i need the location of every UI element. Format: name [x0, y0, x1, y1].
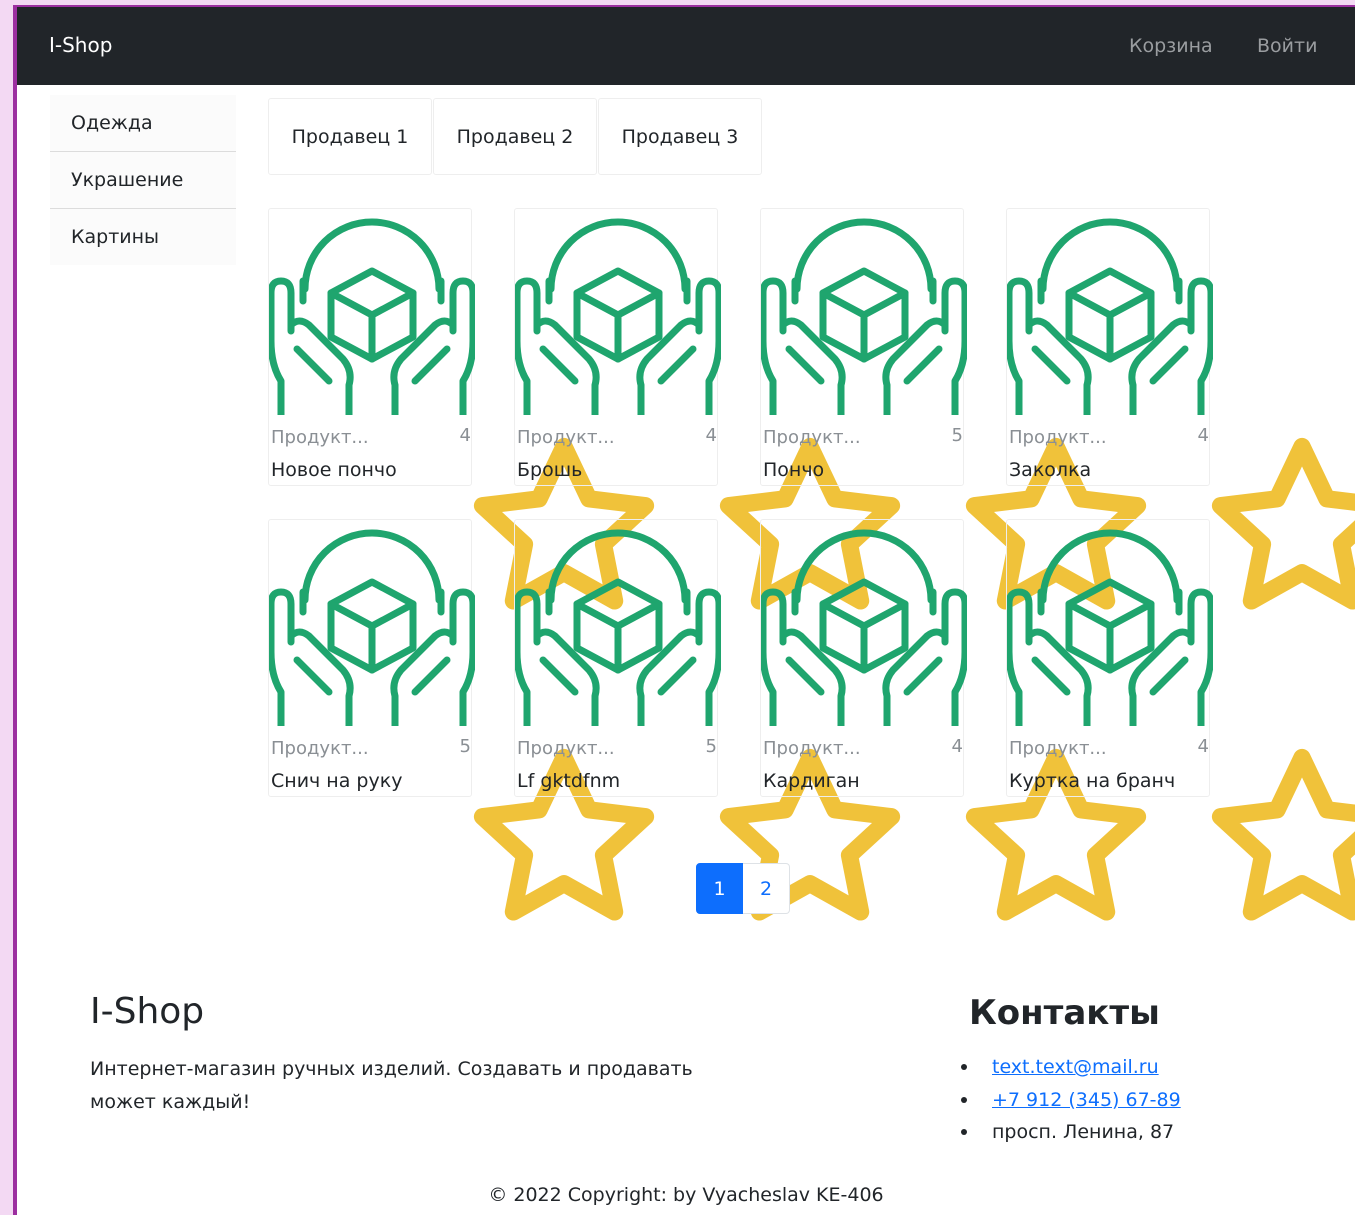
sidebar-item-clothing[interactable]: Одежда: [50, 95, 236, 152]
star-icon: [1211, 748, 1355, 921]
contact-address-item: просп. Ленина, 87: [961, 1116, 1181, 1149]
product-card[interactable]: Продукт... 4 Брошь: [514, 208, 900, 610]
product-card[interactable]: Продукт... 4 Кардиган: [760, 519, 1146, 921]
contact-phone-link[interactable]: +7 912 (345) 67-89: [992, 1084, 1181, 1117]
contact-email-item: text.text@mail.ru: [961, 1051, 1181, 1084]
product-title[interactable]: Пончо: [763, 459, 824, 481]
pagination: 1 2: [696, 863, 790, 914]
product-title[interactable]: Снич на руку: [271, 770, 402, 792]
product-title[interactable]: Кардиган: [763, 770, 860, 792]
product-subtitle: Продукт...: [517, 738, 615, 759]
product-title[interactable]: Lf gktdfnm: [517, 770, 620, 792]
seller-tab-2[interactable]: Продавец 2: [433, 98, 597, 175]
product-subtitle: Продукт...: [1009, 738, 1107, 759]
star-icon: [1211, 437, 1355, 610]
seller-tabs: Продавец 1 Продавец 2 Продавец 3: [268, 98, 763, 175]
page-button-2[interactable]: 2: [743, 863, 790, 914]
contacts-title: Контакты: [969, 993, 1160, 1033]
product-rating: 4: [706, 425, 900, 610]
product-rating: 5: [460, 736, 654, 921]
nav-cart-link[interactable]: Корзина: [1129, 35, 1213, 57]
navbar: I-Shop Корзина Войти: [17, 7, 1355, 85]
product-title[interactable]: Куртка на бранч: [1009, 770, 1175, 792]
contact-address: просп. Ленина, 87: [992, 1121, 1175, 1143]
page-button-1[interactable]: 1: [696, 863, 743, 914]
product-card[interactable]: Продукт... 5 Пончо: [760, 208, 1146, 610]
product-subtitle: Продукт...: [517, 427, 615, 448]
product-card[interactable]: Продукт... 5 Lf gktdfnm: [514, 519, 900, 921]
product-rating: 5: [952, 425, 1146, 610]
product-title[interactable]: Заколка: [1009, 459, 1091, 481]
footer-brand-title: I-Shop: [90, 991, 205, 1032]
brand-link[interactable]: I-Shop: [49, 33, 112, 57]
product-rating: 5: [706, 736, 900, 921]
nav-login-link[interactable]: Войти: [1257, 35, 1317, 57]
product-card[interactable]: Продукт... 5 Снич на руку: [268, 519, 654, 921]
product-subtitle: Продукт...: [763, 738, 861, 759]
sidebar-item-jewelry[interactable]: Украшение: [50, 152, 236, 209]
product-subtitle: Продукт...: [763, 427, 861, 448]
product-subtitle: Продукт...: [271, 427, 369, 448]
product-card[interactable]: Продукт... 4 Куртка на бранч: [1006, 519, 1355, 921]
seller-tab-1[interactable]: Продавец 1: [268, 98, 432, 175]
product-card[interactable]: Продукт... 4 Заколка: [1006, 208, 1355, 610]
category-sidebar: Одежда Украшение Картины: [50, 95, 236, 265]
seller-tab-3[interactable]: Продавец 3: [598, 98, 762, 175]
contact-phone-item: +7 912 (345) 67-89: [961, 1084, 1181, 1117]
footer-description: Интернет-магазин ручных изделий. Создава…: [90, 1058, 693, 1113]
product-subtitle: Продукт...: [1009, 427, 1107, 448]
product-card[interactable]: Продукт... 4 Новое пончо: [268, 208, 654, 610]
product-rating: 4: [1198, 425, 1355, 610]
product-rating: 4: [952, 736, 1146, 921]
contacts-list: text.text@mail.ru +7 912 (345) 67-89 про…: [961, 1051, 1181, 1149]
product-rating: 4: [1198, 736, 1355, 921]
product-title[interactable]: Новое пончо: [271, 459, 397, 481]
page-frame: I-Shop Корзина Войти Одежда Украшение Ка…: [13, 5, 1355, 1215]
product-rating: 4: [460, 425, 654, 610]
contact-email-link[interactable]: text.text@mail.ru: [992, 1051, 1159, 1084]
copyright: © 2022 Copyright: by Vyacheslav KE-406: [488, 1184, 884, 1206]
product-title[interactable]: Брошь: [517, 459, 582, 481]
sidebar-item-paintings[interactable]: Картины: [50, 209, 236, 265]
product-subtitle: Продукт...: [271, 738, 369, 759]
